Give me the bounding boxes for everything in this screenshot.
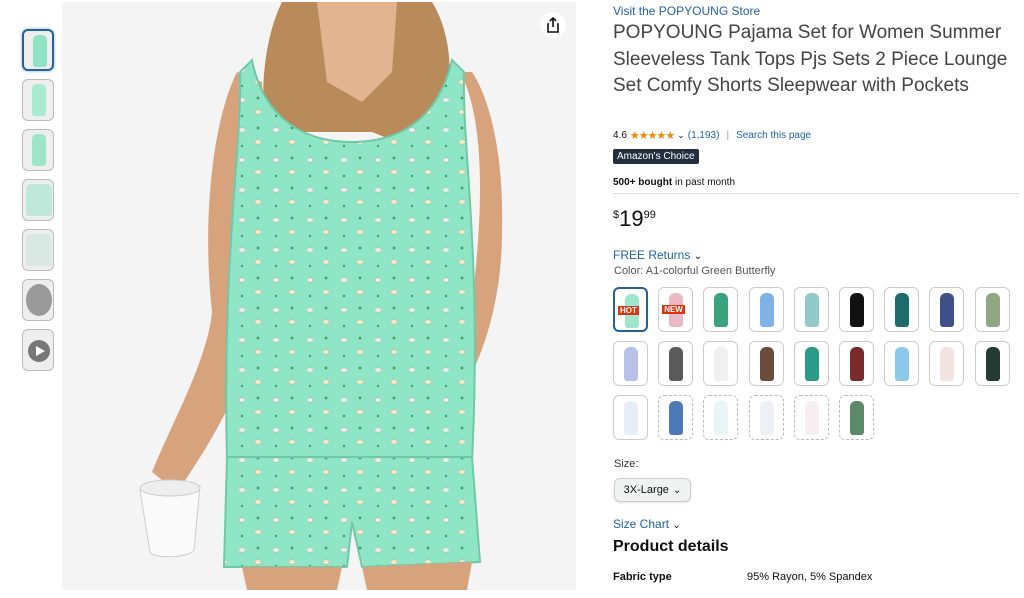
divider: | xyxy=(726,130,730,141)
thumbnail-5[interactable] xyxy=(22,229,54,271)
swatch-image xyxy=(624,401,638,435)
detail-value: 95% Rayon, 5% Spandex xyxy=(747,571,873,583)
swatch-image xyxy=(985,293,1000,327)
swatch-image xyxy=(940,293,955,327)
color-swatch-5[interactable] xyxy=(793,287,829,332)
size-label: Size: xyxy=(614,458,639,470)
color-swatch-10[interactable] xyxy=(613,341,648,386)
product-detail-row: Fabric type 95% Rayon, 5% Spandex xyxy=(613,571,872,583)
thumbnail-1[interactable] xyxy=(22,29,54,71)
thumbnail-image xyxy=(26,184,52,216)
color-swatch-3[interactable] xyxy=(703,287,739,332)
swatch-image xyxy=(804,293,819,327)
size-chart-label: Size Chart xyxy=(613,517,670,531)
bought-count-bold: 500+ bought xyxy=(613,177,673,188)
amazons-choice-badge: Amazon's Choice xyxy=(613,149,699,164)
swatch-tag: HOT xyxy=(618,306,639,315)
share-icon xyxy=(547,17,559,33)
star-rating-icon[interactable]: ★★★★★ xyxy=(630,129,675,142)
color-swatch-8[interactable] xyxy=(929,287,965,332)
price-whole: 19 xyxy=(619,206,644,231)
color-swatch-21[interactable] xyxy=(703,395,739,440)
review-count-link[interactable]: (1,193) xyxy=(688,130,720,141)
color-swatch-20[interactable] xyxy=(658,395,694,440)
color-swatch-16[interactable] xyxy=(884,341,920,386)
swatch-image xyxy=(669,347,684,381)
swatch-image xyxy=(624,347,638,381)
price-fraction: 99 xyxy=(643,209,656,221)
thumbnail-image xyxy=(26,234,52,266)
size-selected-value: 3X-Large xyxy=(623,484,669,496)
chevron-down-icon: ⌄ xyxy=(672,520,681,531)
color-swatch-12[interactable] xyxy=(703,341,739,386)
swatch-image xyxy=(850,401,864,435)
bought-count-rest: in past month xyxy=(672,177,735,188)
color-swatch-4[interactable] xyxy=(748,287,784,332)
color-swatch-6[interactable] xyxy=(839,287,874,332)
swatch-image xyxy=(985,347,1000,381)
chevron-down-icon: ⌄ xyxy=(693,251,703,262)
rating-value: 4.6 xyxy=(613,130,627,141)
color-swatch-18[interactable] xyxy=(974,341,1010,386)
swatch-image xyxy=(759,293,774,327)
play-icon xyxy=(28,340,50,362)
product-details-heading: Product details xyxy=(613,538,729,555)
thumbnail-image xyxy=(26,284,52,316)
rating-row: 4.6 ★★★★★ ⌄ (1,193) | Search this page xyxy=(613,129,811,142)
thumbnail-image xyxy=(32,134,46,166)
search-this-page-link[interactable]: Search this page xyxy=(736,130,811,141)
chevron-down-icon[interactable]: ⌄ xyxy=(677,130,685,141)
swatch-image xyxy=(804,347,819,381)
swatch-image xyxy=(940,347,955,381)
color-swatch-24[interactable] xyxy=(839,395,874,440)
thumbnail-image xyxy=(33,35,47,67)
swatch-image xyxy=(850,293,864,327)
swatch-tag: NEW xyxy=(662,305,685,314)
color-swatch-19[interactable] xyxy=(613,395,648,440)
color-swatch-2[interactable]: NEW xyxy=(658,287,694,332)
swatch-image xyxy=(714,347,729,381)
thumbnail-4[interactable] xyxy=(22,179,54,221)
color-swatch-7[interactable] xyxy=(884,287,920,332)
color-swatch-9[interactable] xyxy=(974,287,1010,332)
swatch-image xyxy=(759,401,774,435)
free-returns-label: FREE Returns xyxy=(613,248,691,262)
color-swatch-1[interactable]: HOT xyxy=(613,287,648,332)
swatch-image xyxy=(669,401,684,435)
size-chart-link[interactable]: Size Chart ⌄ xyxy=(613,517,681,531)
color-swatch-14[interactable] xyxy=(793,341,829,386)
main-product-image[interactable] xyxy=(62,2,576,590)
color-swatch-13[interactable] xyxy=(748,341,784,386)
detail-key: Fabric type xyxy=(613,571,672,583)
color-swatch-15[interactable] xyxy=(839,341,874,386)
store-link[interactable]: Visit the POPYOUNG Store xyxy=(613,4,760,18)
swatch-image xyxy=(850,347,864,381)
swatch-image xyxy=(759,347,774,381)
color-swatch-23[interactable] xyxy=(793,395,829,440)
product-photo xyxy=(62,2,576,590)
swatch-image xyxy=(714,293,729,327)
share-button[interactable] xyxy=(540,12,566,38)
swatch-image xyxy=(714,401,729,435)
size-select[interactable]: 3X-Large ⌄ xyxy=(614,478,691,502)
bought-count: 500+ bought in past month xyxy=(613,177,735,188)
thumbnail-2[interactable] xyxy=(22,79,54,121)
price: $ 19 99 xyxy=(613,206,656,232)
thumbnail-3[interactable] xyxy=(22,129,54,171)
swatch-image xyxy=(804,401,819,435)
free-returns-link[interactable]: FREE Returns ⌄ xyxy=(613,248,702,262)
thumbnail-list xyxy=(22,29,58,379)
product-title: POPYOUNG Pajama Set for Women Summer Sle… xyxy=(613,22,1008,96)
color-label: Color: A1-colorful Green Butterfly xyxy=(614,265,776,277)
thumbnail-image xyxy=(32,84,46,116)
section-divider xyxy=(613,193,1019,194)
thumbnail-video[interactable] xyxy=(22,329,54,371)
chevron-down-icon: ⌄ xyxy=(672,484,682,496)
swatch-image xyxy=(895,293,910,327)
color-swatch-11[interactable] xyxy=(658,341,694,386)
swatch-image xyxy=(895,347,910,381)
color-swatch-17[interactable] xyxy=(929,341,965,386)
color-swatch-22[interactable] xyxy=(748,395,784,440)
thumbnail-6[interactable] xyxy=(22,279,54,321)
